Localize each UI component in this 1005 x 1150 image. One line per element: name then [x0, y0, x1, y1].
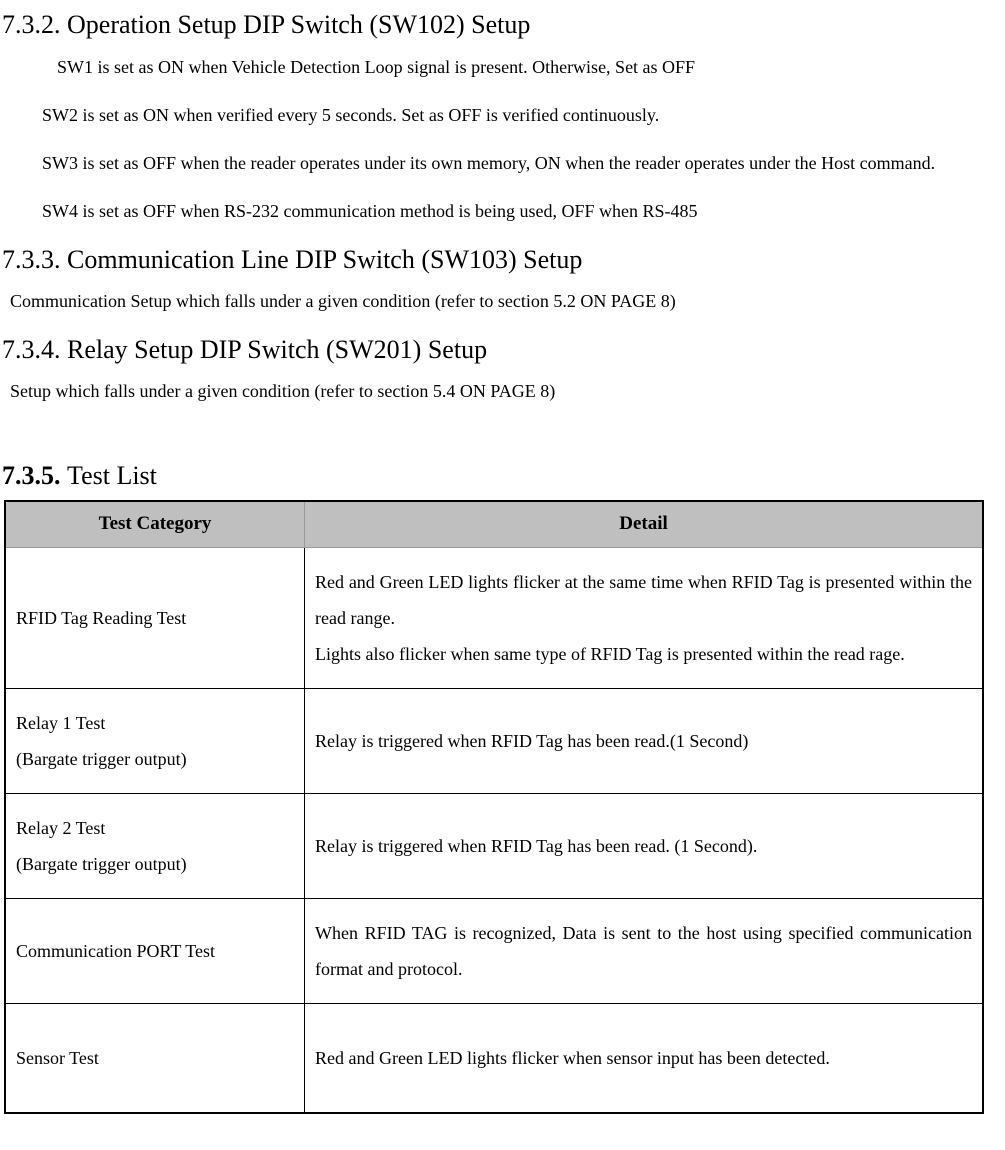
section-heading-734: 7.3.4. Relay Setup DIP Switch (SW201) Se… — [2, 333, 1003, 367]
paragraph-sw2: SW2 is set as ON when verified every 5 s… — [42, 98, 1003, 132]
paragraph-733: Communication Setup which falls under a … — [10, 284, 1003, 318]
cell-category: Sensor Test — [5, 1004, 305, 1114]
table-row: Communication PORT Test When RFID TAG is… — [5, 899, 983, 1004]
cell-detail: Red and Green LED lights flicker at the … — [305, 548, 983, 689]
test-list-table: Test Category Detail RFID Tag Reading Te… — [4, 500, 984, 1114]
table-row: Relay 1 Test(Bargate trigger output) Rel… — [5, 689, 983, 794]
table-header-row: Test Category Detail — [5, 501, 983, 547]
table-row: Relay 2 Test(Bargate trigger output) Rel… — [5, 794, 983, 899]
cell-category: RFID Tag Reading Test — [5, 548, 305, 689]
cell-detail: Relay is triggered when RFID Tag has bee… — [305, 794, 983, 899]
table-row: RFID Tag Reading Test Red and Green LED … — [5, 548, 983, 689]
paragraph-sw3: SW3 is set as OFF when the reader operat… — [2, 146, 1003, 180]
table-row: Sensor Test Red and Green LED lights fli… — [5, 1004, 983, 1114]
section-heading-735: 7.3.5. Test List — [2, 459, 1003, 493]
heading-title: Test List — [67, 461, 157, 490]
cell-category: Relay 1 Test(Bargate trigger output) — [5, 689, 305, 794]
header-test-category: Test Category — [5, 501, 305, 547]
paragraph-sw1: SW1 is set as ON when Vehicle Detection … — [57, 50, 1003, 84]
header-detail: Detail — [305, 501, 983, 547]
section-heading-732: 7.3.2. Operation Setup DIP Switch (SW102… — [2, 8, 1003, 42]
cell-detail: Red and Green LED lights flicker when se… — [305, 1004, 983, 1114]
paragraph-sw4: SW4 is set as OFF when RS-232 communicat… — [42, 194, 1003, 228]
cell-detail: Relay is triggered when RFID Tag has bee… — [305, 689, 983, 794]
cell-category: Communication PORT Test — [5, 899, 305, 1004]
section-heading-733: 7.3.3. Communication Line DIP Switch (SW… — [2, 243, 1003, 277]
cell-detail: When RFID TAG is recognized, Data is sen… — [305, 899, 983, 1004]
cell-category: Relay 2 Test(Bargate trigger output) — [5, 794, 305, 899]
heading-number: 7.3.5. — [2, 461, 67, 490]
paragraph-734: Setup which falls under a given conditio… — [10, 374, 1003, 408]
